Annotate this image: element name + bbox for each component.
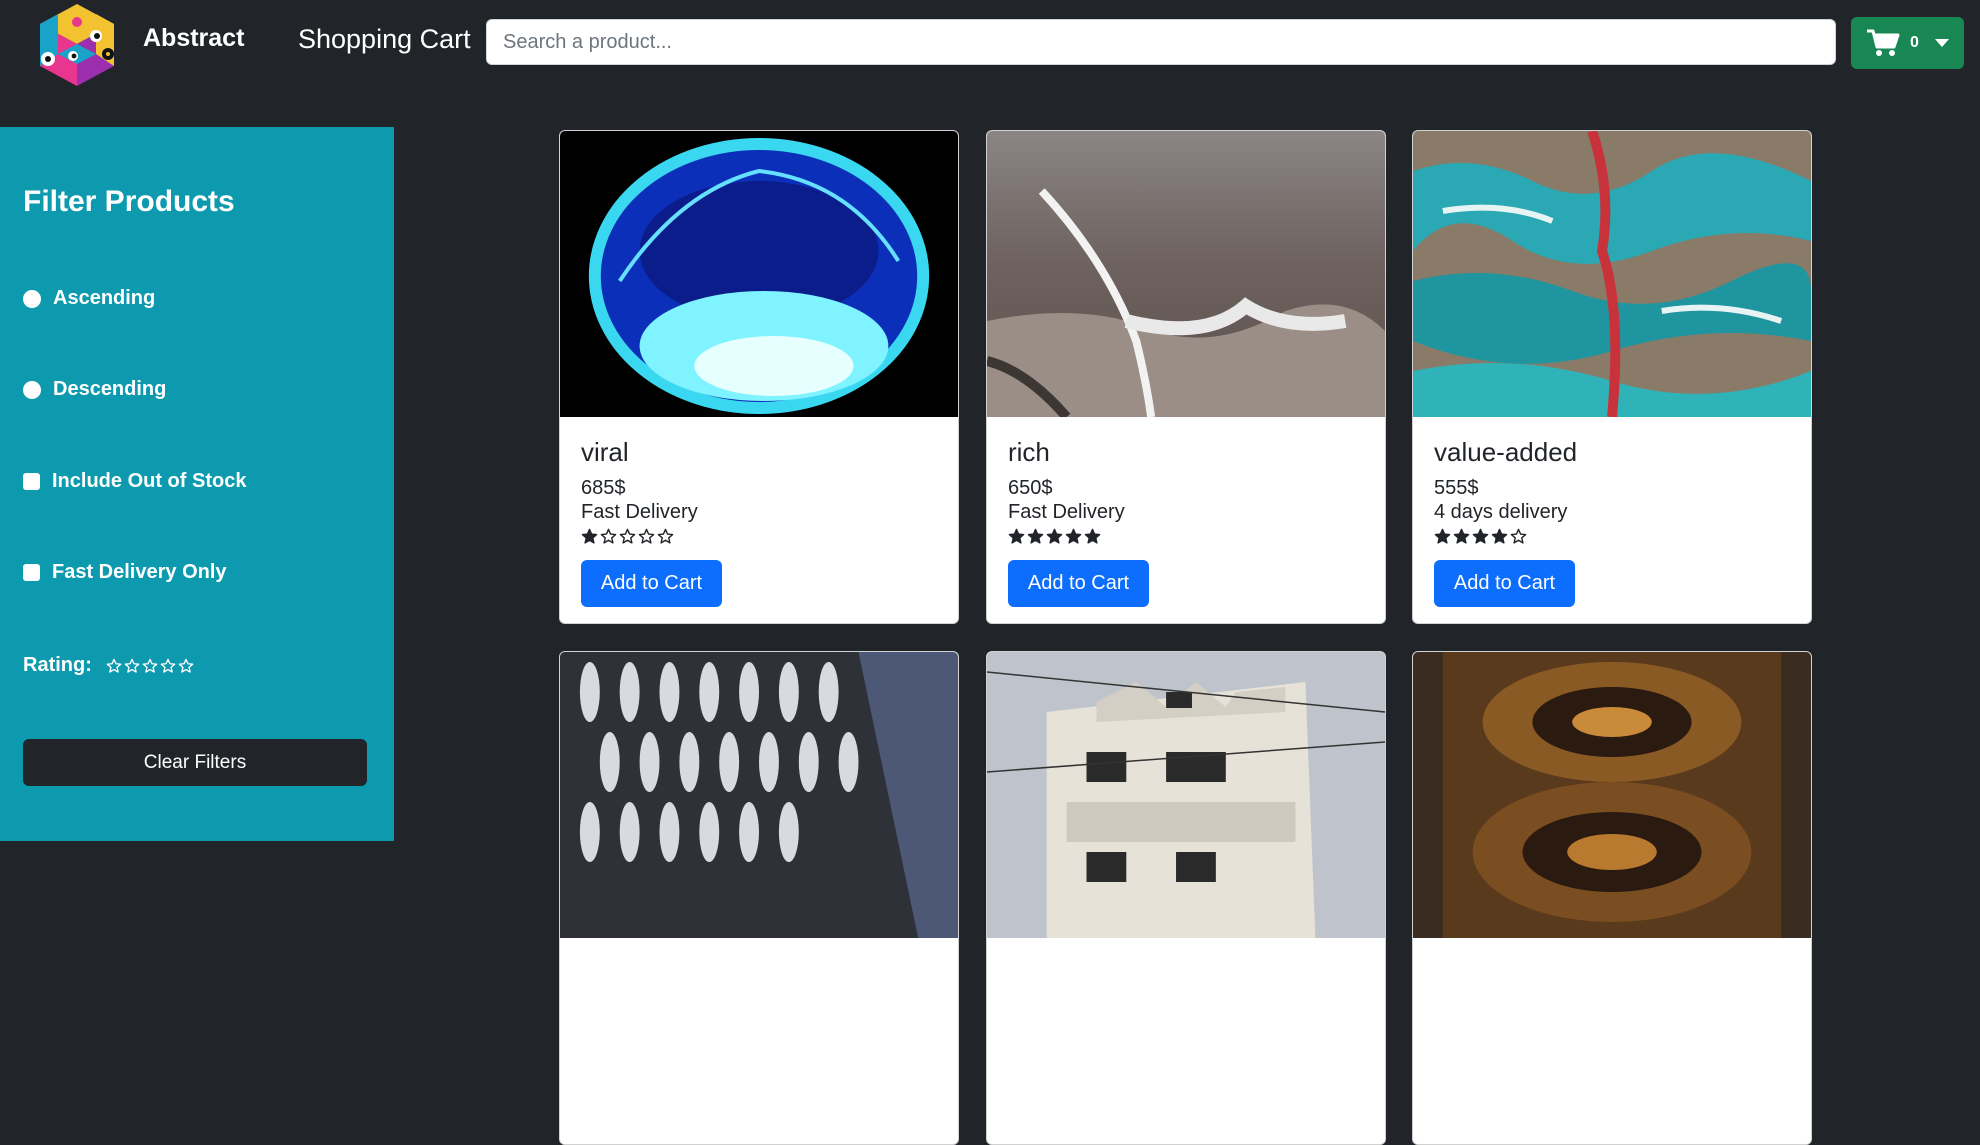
rating-stars[interactable] <box>106 658 194 674</box>
abstract-logo-icon[interactable] <box>18 2 136 88</box>
product-name: value-added <box>1434 437 1578 467</box>
fast-delivery-only-label: Fast Delivery Only <box>52 561 227 583</box>
product-card: viral 685$ Fast Delivery Add to Cart <box>559 130 959 624</box>
product-name: rich <box>1008 437 1050 467</box>
cart-dropdown-button[interactable]: 0 <box>1851 17 1964 69</box>
shopping-cart-icon <box>1867 29 1900 56</box>
product-delivery: Fast Delivery <box>1008 501 1125 523</box>
star-filled-icon <box>1046 528 1063 544</box>
star-outline-icon <box>600 528 617 544</box>
product-delivery: Fast Delivery <box>581 501 698 523</box>
navbar: Abstract Shopping Cart 0 <box>0 0 1980 88</box>
include-out-of-stock-checkbox[interactable] <box>23 473 40 490</box>
product-card <box>559 651 959 1145</box>
star-outline-icon[interactable] <box>124 658 140 674</box>
star-filled-icon <box>1434 528 1451 544</box>
ascending-label: Ascending <box>53 287 156 309</box>
include-out-of-stock-option[interactable]: Include Out of Stock <box>23 470 246 493</box>
star-outline-icon[interactable] <box>160 658 176 674</box>
add-to-cart-button[interactable]: Add to Cart <box>1434 560 1575 607</box>
product-rating <box>1434 528 1527 545</box>
product-rating <box>1008 528 1101 545</box>
rating-filter: Rating: <box>23 654 194 677</box>
star-outline-icon[interactable] <box>178 658 194 674</box>
product-name: viral <box>581 437 629 467</box>
nav-title: Shopping Cart <box>298 24 471 54</box>
search-input[interactable] <box>486 19 1836 65</box>
product-image[interactable] <box>1413 652 1811 938</box>
product-image[interactable] <box>1413 131 1811 417</box>
rating-label: Rating: <box>23 654 92 676</box>
descending-label: Descending <box>53 378 167 400</box>
star-filled-icon <box>1491 528 1508 544</box>
product-image[interactable] <box>987 652 1385 938</box>
star-outline-icon <box>619 528 636 544</box>
star-filled-icon <box>1472 528 1489 544</box>
product-price: 650$ <box>1008 477 1053 499</box>
clear-filters-button[interactable]: Clear Filters <box>23 739 367 786</box>
product-image[interactable] <box>560 652 958 938</box>
ascending-radio[interactable] <box>23 289 41 308</box>
sort-ascending-option[interactable]: Ascending <box>23 287 155 310</box>
product-delivery: 4 days delivery <box>1434 501 1568 523</box>
product-price: 555$ <box>1434 477 1479 499</box>
product-price: 685$ <box>581 477 626 499</box>
star-outline-icon <box>657 528 674 544</box>
fast-delivery-only-checkbox[interactable] <box>23 564 40 581</box>
star-filled-icon <box>1008 528 1025 544</box>
star-outline-icon <box>1510 528 1527 544</box>
product-card <box>1412 651 1812 1145</box>
star-filled-icon <box>1453 528 1470 544</box>
product-image[interactable] <box>987 131 1385 417</box>
include-out-of-stock-label: Include Out of Stock <box>52 470 247 492</box>
add-to-cart-button[interactable]: Add to Cart <box>581 560 722 607</box>
product-card: rich 650$ Fast Delivery Add to Cart <box>986 130 1386 624</box>
brand-name[interactable]: Abstract <box>143 24 244 53</box>
star-outline-icon[interactable] <box>106 658 122 674</box>
sidebar-title: Filter Products <box>23 185 235 218</box>
star-filled-icon <box>1084 528 1101 544</box>
chevron-down-icon <box>1934 39 1949 47</box>
product-rating <box>581 528 674 545</box>
star-filled-icon <box>581 528 598 544</box>
cart-count-badge: 0 <box>1910 34 1919 51</box>
product-image[interactable] <box>560 131 958 417</box>
star-filled-icon <box>1065 528 1082 544</box>
sort-descending-option[interactable]: Descending <box>23 378 166 401</box>
fast-delivery-only-option[interactable]: Fast Delivery Only <box>23 561 227 584</box>
star-outline-icon <box>638 528 655 544</box>
filter-sidebar: Filter Products Ascending Descending Inc… <box>0 127 394 841</box>
product-card: value-added 555$ 4 days delivery Add to … <box>1412 130 1812 624</box>
star-outline-icon[interactable] <box>142 658 158 674</box>
star-filled-icon <box>1027 528 1044 544</box>
add-to-cart-button[interactable]: Add to Cart <box>1008 560 1149 607</box>
descending-radio[interactable] <box>23 380 41 399</box>
product-card <box>986 651 1386 1145</box>
